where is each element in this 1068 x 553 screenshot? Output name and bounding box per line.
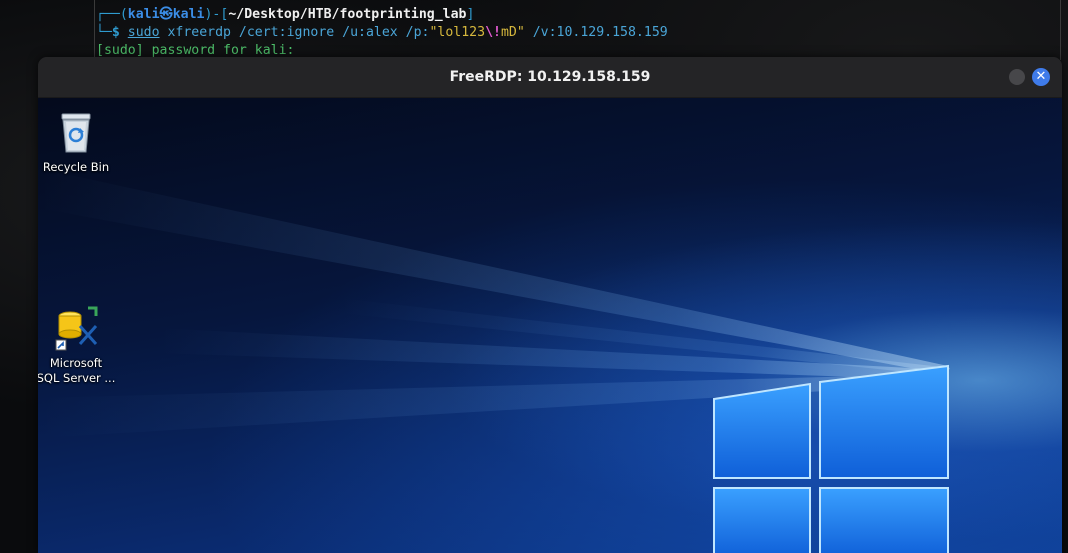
terminal-border-right [1060,0,1061,60]
terminal-command-line: └─$ sudo xfreerdp /cert:ignore /u:alex /… [96,25,668,40]
recycle-bin-label: Recycle Bin [42,160,110,174]
terminal-sudo: sudo [127,25,160,40]
terminal-prompt-line: ┌──(kali㉿kali)-[~/Desktop/HTB/footprinti… [96,7,475,22]
terminal-user: kali㉿kali [127,7,205,22]
recycle-bin-icon [52,108,100,156]
rdp-window[interactable]: FreeRDP: 10.129.158.159 ✕ Recycle Bin Mi… [38,57,1062,553]
window-titlebar[interactable]: FreeRDP: 10.129.158.159 ✕ [38,57,1062,98]
terminal-output: ┌──(kali㉿kali)-[~/Desktop/HTB/footprinti… [96,6,668,60]
desktop-icon-sql-server[interactable]: Microsoft SQL Server ... [38,304,116,386]
terminal-command: xfreerdp /cert:ignore /u:alex /p: [159,25,430,40]
close-icon: ✕ [1035,69,1047,84]
window-title: FreeRDP: 10.129.158.159 [449,69,651,85]
remote-desktop[interactable]: Recycle Bin Microsoft SQL Server ... [38,98,1062,553]
desktop-icon-recycle-bin[interactable]: Recycle Bin [38,108,116,175]
terminal-path: ~/Desktop/HTB/footprinting_lab [228,7,467,22]
sql-server-icon [52,304,100,352]
sql-server-label-line2: SQL Server ... [38,371,116,385]
terminal-border-left [94,0,95,60]
close-button[interactable]: ✕ [1032,68,1050,86]
minimize-button[interactable] [1009,69,1025,85]
sql-server-label-line1: Microsoft [49,356,103,370]
windows-wallpaper [38,168,950,553]
